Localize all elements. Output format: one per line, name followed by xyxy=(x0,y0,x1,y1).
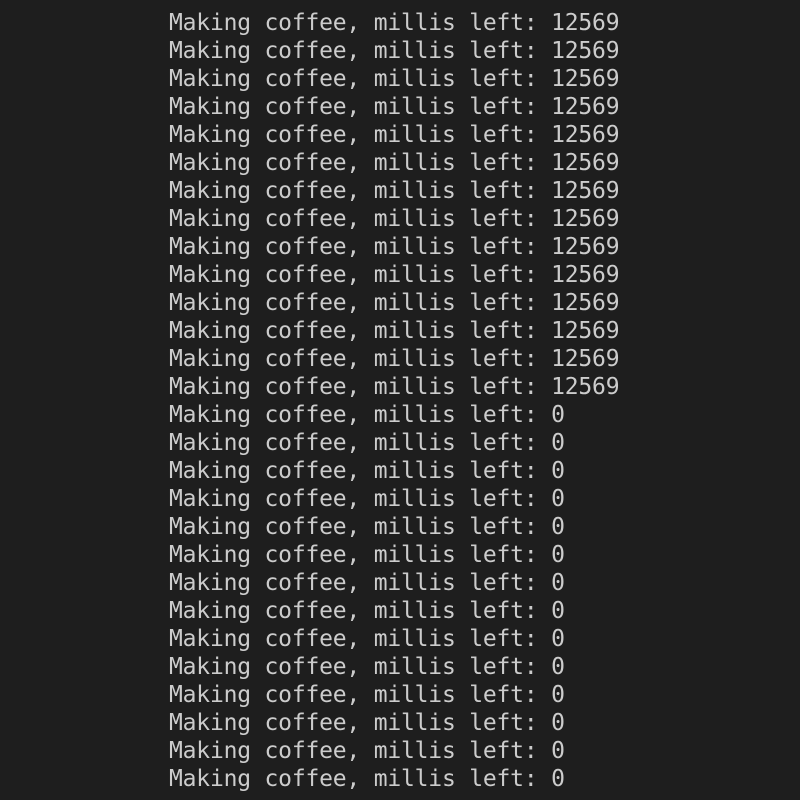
log-line: Making coffee, millis left: 0 xyxy=(169,570,565,596)
log-line: Making coffee, millis left: 0 xyxy=(169,626,565,652)
log-line: Making coffee, millis left: 12569 xyxy=(169,234,620,260)
log-line: Making coffee, millis left: 0 xyxy=(169,710,565,736)
log-line: Making coffee, millis left: 12569 xyxy=(169,10,620,36)
console-log: Making coffee, millis left: 12569 Making… xyxy=(169,9,620,793)
log-line: Making coffee, millis left: 12569 xyxy=(169,374,620,400)
log-line: Making coffee, millis left: 12569 xyxy=(169,38,620,64)
log-line: Making coffee, millis left: 0 xyxy=(169,542,565,568)
log-line: Making coffee, millis left: 0 xyxy=(169,458,565,484)
log-line: Making coffee, millis left: 0 xyxy=(169,654,565,680)
log-line: Making coffee, millis left: 0 xyxy=(169,766,565,792)
log-line: Making coffee, millis left: 12569 xyxy=(169,206,620,232)
log-line: Making coffee, millis left: 12569 xyxy=(169,346,620,372)
log-line: Making coffee, millis left: 12569 xyxy=(169,318,620,344)
log-line: Making coffee, millis left: 0 xyxy=(169,682,565,708)
log-line: Making coffee, millis left: 12569 xyxy=(169,178,620,204)
terminal-output-panel[interactable]: Making coffee, millis left: 12569 Making… xyxy=(0,0,800,800)
log-line: Making coffee, millis left: 12569 xyxy=(169,94,620,120)
log-line: Making coffee, millis left: 12569 xyxy=(169,262,620,288)
log-line: Making coffee, millis left: 12569 xyxy=(169,66,620,92)
log-line: Making coffee, millis left: 0 xyxy=(169,514,565,540)
log-line: Making coffee, millis left: 12569 xyxy=(169,122,620,148)
log-line: Making coffee, millis left: 12569 xyxy=(169,290,620,316)
log-line: Making coffee, millis left: 12569 xyxy=(169,150,620,176)
log-line: Making coffee, millis left: 0 xyxy=(169,430,565,456)
log-line: Making coffee, millis left: 0 xyxy=(169,598,565,624)
log-line: Making coffee, millis left: 0 xyxy=(169,738,565,764)
log-line: Making coffee, millis left: 0 xyxy=(169,486,565,512)
log-line: Making coffee, millis left: 0 xyxy=(169,402,565,428)
